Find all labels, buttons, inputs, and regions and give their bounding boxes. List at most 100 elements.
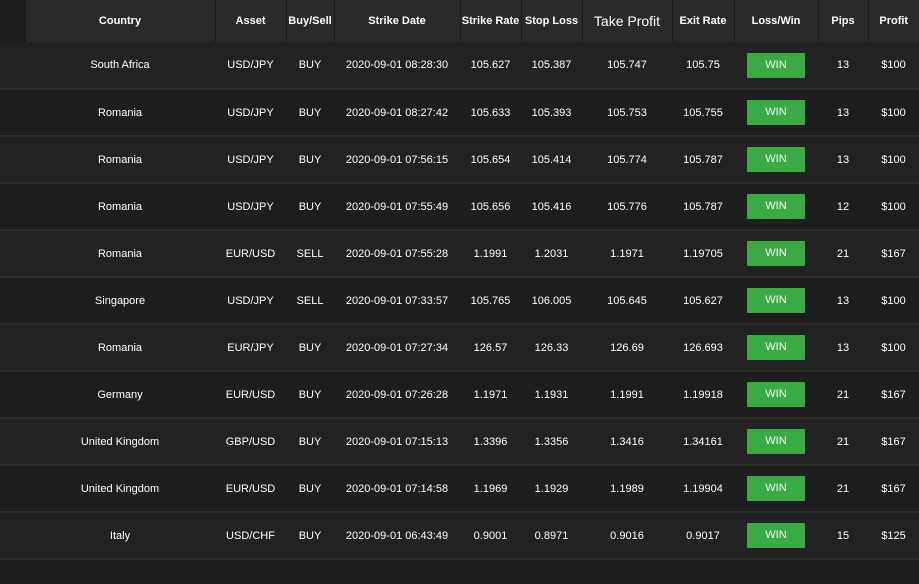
table-row: South Africa USD/JPY BUY 2020-09-01 08:28:3… — [0, 42, 919, 90]
row-spacer — [0, 465, 25, 513]
cell-profit: $100 — [868, 42, 919, 90]
header-spacer — [0, 0, 26, 42]
cell-buy-sell: BUY — [286, 183, 334, 231]
cell-profit: $100 — [868, 324, 919, 372]
row-spacer — [0, 371, 25, 419]
cell-asset: EUR/JPY — [215, 324, 286, 372]
row-spacer — [0, 42, 25, 90]
cell-strike-date: 2020-09-01 06:43:49 — [334, 512, 460, 560]
cell-take-profit: 105.776 — [582, 183, 672, 231]
cell-strike-date: 2020-09-01 07:56:15 — [334, 136, 460, 184]
cell-strike-rate: 1.1971 — [460, 371, 521, 419]
cell-country: Singapore — [25, 277, 215, 325]
col-header-profit[interactable]: Profit — [868, 0, 919, 42]
win-badge: WIN — [747, 382, 805, 407]
col-header-asset[interactable]: Asset — [215, 0, 287, 42]
cell-pips: 13 — [818, 324, 868, 372]
cell-strike-rate: 105.627 — [460, 42, 521, 90]
win-badge: WIN — [747, 335, 805, 360]
table-body: South Africa USD/JPY BUY 2020-09-01 08:28:3… — [0, 42, 919, 560]
cell-exit-rate: 105.75 — [672, 42, 734, 90]
table-row: Romania EUR/JPY BUY 2020-09-01 07:27:34 126.… — [0, 324, 919, 372]
col-header-strike-rate[interactable]: Strike Rate — [460, 0, 522, 42]
cell-asset: EUR/USD — [215, 465, 286, 513]
cell-loss-win: WIN — [734, 230, 818, 278]
cell-stop-loss: 105.414 — [521, 136, 582, 184]
cell-asset: EUR/USD — [215, 371, 286, 419]
cell-asset: EUR/USD — [215, 230, 286, 278]
cell-strike-date: 2020-09-01 08:28:30 — [334, 42, 460, 90]
cell-buy-sell: BUY — [286, 324, 334, 372]
cell-exit-rate: 1.19904 — [672, 465, 734, 513]
cell-stop-loss: 126.33 — [521, 324, 582, 372]
cell-buy-sell: BUY — [286, 418, 334, 466]
cell-stop-loss: 1.1931 — [521, 371, 582, 419]
win-badge: WIN — [747, 523, 805, 548]
cell-country: Romania — [25, 136, 215, 184]
cell-pips: 13 — [818, 42, 868, 90]
cell-profit: $167 — [868, 371, 919, 419]
table-row: Italy USD/CHF BUY 2020-09-01 06:43:49 0.9001… — [0, 512, 919, 560]
col-header-stop-loss[interactable]: Stop Loss — [521, 0, 583, 42]
cell-profit: $100 — [868, 277, 919, 325]
col-header-pips[interactable]: Pips — [818, 0, 869, 42]
col-header-strike-date[interactable]: Strike Date — [334, 0, 461, 42]
cell-asset: USD/CHF — [215, 512, 286, 560]
cell-take-profit: 126.69 — [582, 324, 672, 372]
cell-pips: 21 — [818, 230, 868, 278]
cell-strike-rate: 126.57 — [460, 324, 521, 372]
win-badge: WIN — [747, 147, 805, 172]
cell-loss-win: WIN — [734, 42, 818, 90]
cell-stop-loss: 1.3356 — [521, 418, 582, 466]
win-badge: WIN — [747, 429, 805, 454]
col-header-buy-sell[interactable]: Buy/Sell — [286, 0, 335, 42]
table-row: Singapore USD/JPY SELL 2020-09-01 07:33:57 1… — [0, 277, 919, 325]
cell-strike-rate: 105.654 — [460, 136, 521, 184]
cell-exit-rate: 1.19705 — [672, 230, 734, 278]
cell-country: Germany — [25, 371, 215, 419]
row-spacer — [0, 418, 25, 466]
cell-profit: $167 — [868, 230, 919, 278]
cell-pips: 15 — [818, 512, 868, 560]
table-header: Country Asset Buy/Sell Strike Date Strik… — [0, 0, 919, 42]
table-row: Romania USD/JPY BUY 2020-09-01 07:56:15 105.… — [0, 136, 919, 184]
cell-asset: USD/JPY — [215, 183, 286, 231]
col-header-exit-rate[interactable]: Exit Rate — [672, 0, 735, 42]
col-header-loss-win[interactable]: Loss/Win — [734, 0, 819, 42]
cell-pips: 12 — [818, 183, 868, 231]
cell-strike-date: 2020-09-01 07:14:58 — [334, 465, 460, 513]
cell-country: United Kingdom — [25, 465, 215, 513]
cell-country: Romania — [25, 230, 215, 278]
col-header-take-profit[interactable]: Take Profit — [582, 0, 673, 42]
cell-exit-rate: 1.34161 — [672, 418, 734, 466]
cell-strike-rate: 1.1991 — [460, 230, 521, 278]
cell-buy-sell: SELL — [286, 230, 334, 278]
cell-buy-sell: BUY — [286, 465, 334, 513]
cell-take-profit: 105.774 — [582, 136, 672, 184]
cell-country: United Kingdom — [25, 418, 215, 466]
cell-exit-rate: 105.787 — [672, 183, 734, 231]
cell-exit-rate: 105.755 — [672, 89, 734, 137]
cell-asset: GBP/USD — [215, 418, 286, 466]
row-spacer — [0, 277, 25, 325]
cell-exit-rate: 0.9017 — [672, 512, 734, 560]
cell-strike-date: 2020-09-01 07:55:28 — [334, 230, 460, 278]
cell-take-profit: 0.9016 — [582, 512, 672, 560]
cell-stop-loss: 106.005 — [521, 277, 582, 325]
trades-table: Country Asset Buy/Sell Strike Date Strik… — [0, 0, 919, 560]
cell-pips: 13 — [818, 277, 868, 325]
cell-stop-loss: 105.416 — [521, 183, 582, 231]
cell-take-profit: 1.1991 — [582, 371, 672, 419]
cell-pips: 21 — [818, 465, 868, 513]
cell-country: Italy — [25, 512, 215, 560]
cell-strike-date: 2020-09-01 07:55:49 — [334, 183, 460, 231]
cell-profit: $167 — [868, 418, 919, 466]
win-badge: WIN — [747, 476, 805, 501]
cell-loss-win: WIN — [734, 89, 818, 137]
cell-strike-rate: 1.1969 — [460, 465, 521, 513]
win-badge: WIN — [747, 52, 805, 78]
cell-strike-date: 2020-09-01 07:27:34 — [334, 324, 460, 372]
cell-country: South Africa — [25, 42, 215, 90]
col-header-country[interactable]: Country — [25, 0, 216, 42]
cell-profit: $100 — [868, 89, 919, 137]
